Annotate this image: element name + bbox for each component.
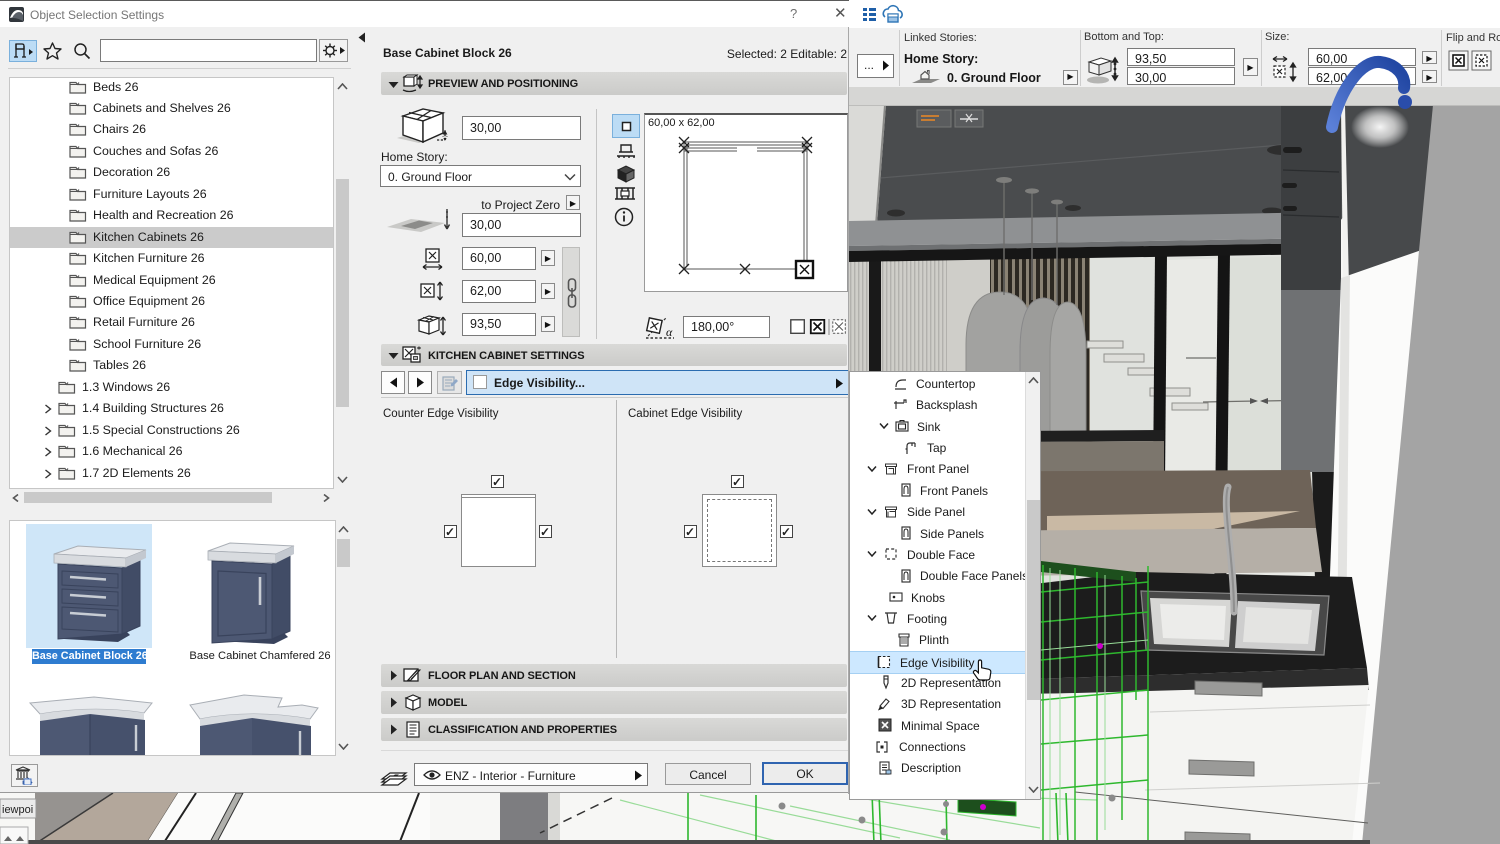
svg-text:α: α — [666, 325, 673, 339]
svg-text:iewpoi: iewpoi — [2, 804, 33, 816]
